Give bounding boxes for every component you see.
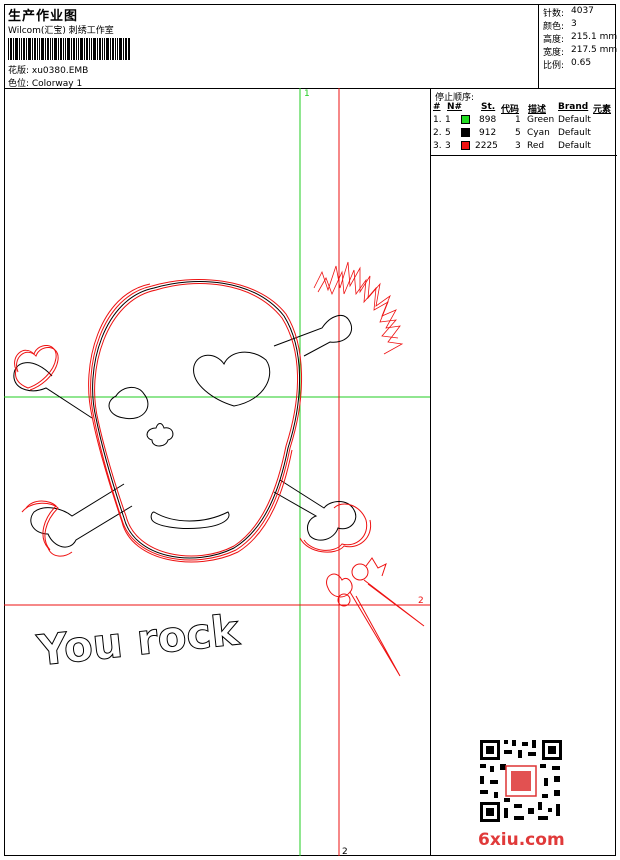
color-code: 5 xyxy=(515,128,521,138)
stat-colors: 颜色: 3 xyxy=(543,19,577,32)
heart-eye-right xyxy=(193,351,271,407)
stat-value: 217.5 mm xyxy=(571,45,618,55)
page-title: 生产作业图 xyxy=(8,9,79,24)
stat-value: 215.1 mm xyxy=(571,32,618,42)
you-rock-text: You rock xyxy=(34,605,242,675)
needle-number: 3 xyxy=(445,141,451,151)
table-row: 2. 5 912 5 Cyan Default xyxy=(431,128,617,141)
eye-left xyxy=(108,387,149,420)
marker-right: 2 xyxy=(418,596,424,606)
marker-top: 1 xyxy=(304,89,310,99)
marker-bottom: 2 xyxy=(342,847,348,856)
row-number: 2. xyxy=(433,128,442,138)
stat-stitches: 针数: 4037 xyxy=(543,6,594,19)
stat-scale: 比例: 0.65 xyxy=(543,58,591,71)
color-code: 1 xyxy=(515,115,521,125)
color-swatch xyxy=(461,115,470,124)
needle-number: 1 xyxy=(445,115,451,125)
color-description: Green xyxy=(527,115,555,125)
column-header: 元素 xyxy=(593,105,612,115)
brand: Default xyxy=(558,128,591,138)
crossbones xyxy=(13,314,357,548)
stat-label: 高度: xyxy=(543,35,565,45)
color-description: Red xyxy=(527,141,545,151)
stat-height: 高度: 215.1 mm xyxy=(543,32,617,45)
column-header: Brand xyxy=(558,102,589,112)
qr-code xyxy=(478,738,564,824)
stat-label: 颜色: xyxy=(543,22,565,32)
brand: Default xyxy=(558,141,591,151)
column-header: 代码 xyxy=(501,105,520,115)
skull-stitches xyxy=(88,279,302,563)
row-number: 1. xyxy=(433,115,442,125)
stat-value: 3 xyxy=(571,19,577,29)
stat-width: 宽度: 217.5 mm xyxy=(543,45,617,58)
color-description: Cyan xyxy=(527,128,550,138)
color-code: 3 xyxy=(515,141,521,151)
bone-end-stitches xyxy=(14,345,372,557)
color-swatch xyxy=(461,141,470,150)
column-header: N# xyxy=(447,102,463,112)
stitch-count: 912 xyxy=(479,128,497,138)
table-row: 3. 3 2225 3 Red Default xyxy=(431,141,617,154)
stats-panel: 针数: 4037 颜色: 3 高度: 215.1 mm 宽度: 217.5 mm 比例:… xyxy=(538,4,617,88)
site-watermark: 6xiu.com xyxy=(478,830,565,850)
stat-value: 4037 xyxy=(571,6,594,16)
column-header: 描述 xyxy=(528,105,547,115)
column-header: # xyxy=(433,102,441,112)
spiky-flames xyxy=(313,261,404,355)
mouth xyxy=(150,511,230,529)
row-number: 3. xyxy=(433,141,442,151)
company-name: Wilcom(汇宝) 刺绣工作室 xyxy=(8,26,114,36)
stat-label: 针数: xyxy=(543,9,565,19)
stitch-count: 2225 xyxy=(475,141,498,151)
nose xyxy=(146,423,174,447)
design-file-label: 花版: xu0380.EMB xyxy=(8,66,89,76)
column-header: St. xyxy=(481,102,496,112)
table-row: 1. 1 898 1 Green Default xyxy=(431,115,617,128)
stat-value: 0.65 xyxy=(571,58,592,68)
skull-outline xyxy=(92,281,300,559)
table-divider xyxy=(431,155,617,156)
stat-label: 比例: xyxy=(543,61,565,71)
color-swatch xyxy=(461,128,470,137)
needle-number: 5 xyxy=(445,128,451,138)
stitch-count: 898 xyxy=(479,115,497,125)
barcode xyxy=(8,38,130,60)
stat-label: 宽度: xyxy=(543,48,565,58)
design-canvas: 1 2 2 You rock xyxy=(4,88,430,856)
scissors xyxy=(326,557,425,677)
brand: Default xyxy=(558,115,591,125)
